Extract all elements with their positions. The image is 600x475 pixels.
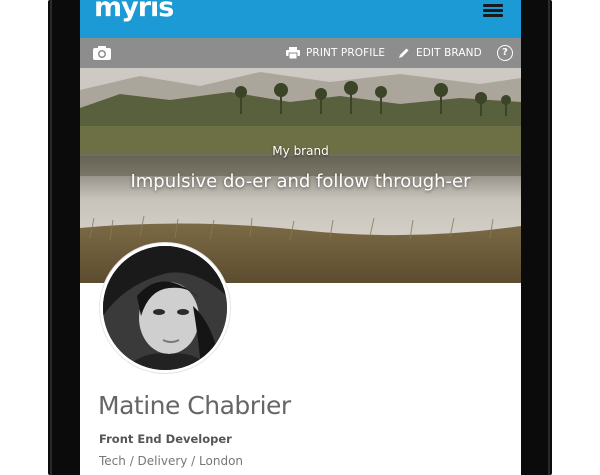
print-profile-button[interactable]: PRINT PROFILE bbox=[286, 38, 385, 68]
profile-role: Front End Developer bbox=[99, 432, 232, 446]
avatar[interactable] bbox=[100, 243, 230, 373]
phone-screen: myris PRINT PROFILE EDIT BRAND ? My bran… bbox=[80, 0, 521, 475]
profile-tags: Tech / Delivery / London bbox=[99, 454, 244, 468]
myris-logo[interactable]: myris bbox=[94, 0, 174, 25]
help-icon[interactable]: ? bbox=[497, 45, 513, 61]
phone-edge-right bbox=[548, 0, 550, 475]
printer-icon bbox=[286, 47, 300, 59]
brand-label: My brand bbox=[272, 144, 329, 158]
profile-name: Matine Chabrier bbox=[98, 391, 291, 420]
camera-icon[interactable] bbox=[92, 45, 112, 61]
phone-edge-left bbox=[50, 0, 52, 475]
edit-brand-button[interactable]: EDIT BRAND bbox=[398, 38, 482, 68]
print-profile-label: PRINT PROFILE bbox=[306, 47, 386, 59]
pencil-icon bbox=[399, 48, 409, 58]
menu-icon[interactable] bbox=[483, 4, 503, 18]
profile-photo bbox=[103, 246, 227, 370]
edit-brand-label: EDIT BRAND bbox=[416, 47, 482, 59]
brand-tagline: Impulsive do-er and follow through-er bbox=[130, 171, 471, 192]
app-header: myris bbox=[80, 0, 521, 38]
profile-toolbar: PRINT PROFILE EDIT BRAND ? bbox=[80, 38, 521, 68]
